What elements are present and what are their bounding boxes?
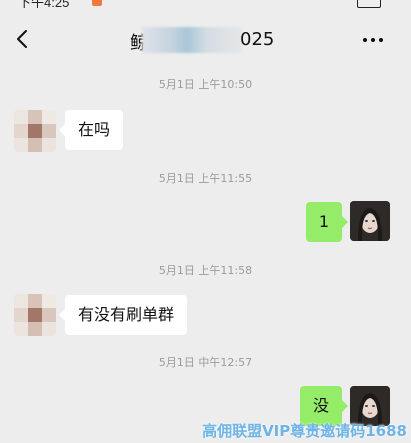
- status-time: 下午4:25: [18, 0, 70, 8]
- chat-header: 鲸 025: [0, 8, 411, 68]
- battery-icon: [357, 0, 381, 8]
- incoming-message-bubble[interactable]: 有没有刷单群: [58, 295, 188, 335]
- message-timestamp: 5月1日 上午10:50: [158, 78, 253, 91]
- more-dots-icon: [363, 38, 383, 42]
- more-button[interactable]: [361, 28, 385, 52]
- contact-avatar[interactable]: [14, 294, 56, 336]
- message-timestamp: 5月1日 中午12:57: [158, 356, 253, 369]
- chat-title: 鲸 025: [130, 27, 280, 55]
- chat-title-suffix: 025: [240, 29, 275, 50]
- avatar-portrait-icon: [350, 201, 390, 241]
- my-avatar[interactable]: [350, 201, 390, 241]
- status-bar: 下午4:25: [0, 0, 411, 8]
- contact-avatar[interactable]: [14, 110, 56, 152]
- outgoing-message-bubble[interactable]: 1: [305, 202, 349, 242]
- notification-icon: [92, 0, 102, 6]
- incoming-message-bubble[interactable]: 在吗: [58, 110, 124, 150]
- chevron-left-icon: [17, 30, 27, 48]
- watermark-text: 高佣联盟VIP尊贵邀请码1688: [202, 422, 407, 440]
- chat-message-list[interactable]: 5月1日 上午10:50 在吗 5月1日 上午11:55 1 5月1日 上午11…: [0, 68, 411, 443]
- title-blur-mask: [142, 27, 242, 53]
- back-button[interactable]: [10, 26, 36, 52]
- message-timestamp: 5月1日 上午11:58: [158, 264, 253, 277]
- message-timestamp: 5月1日 上午11:55: [158, 172, 253, 185]
